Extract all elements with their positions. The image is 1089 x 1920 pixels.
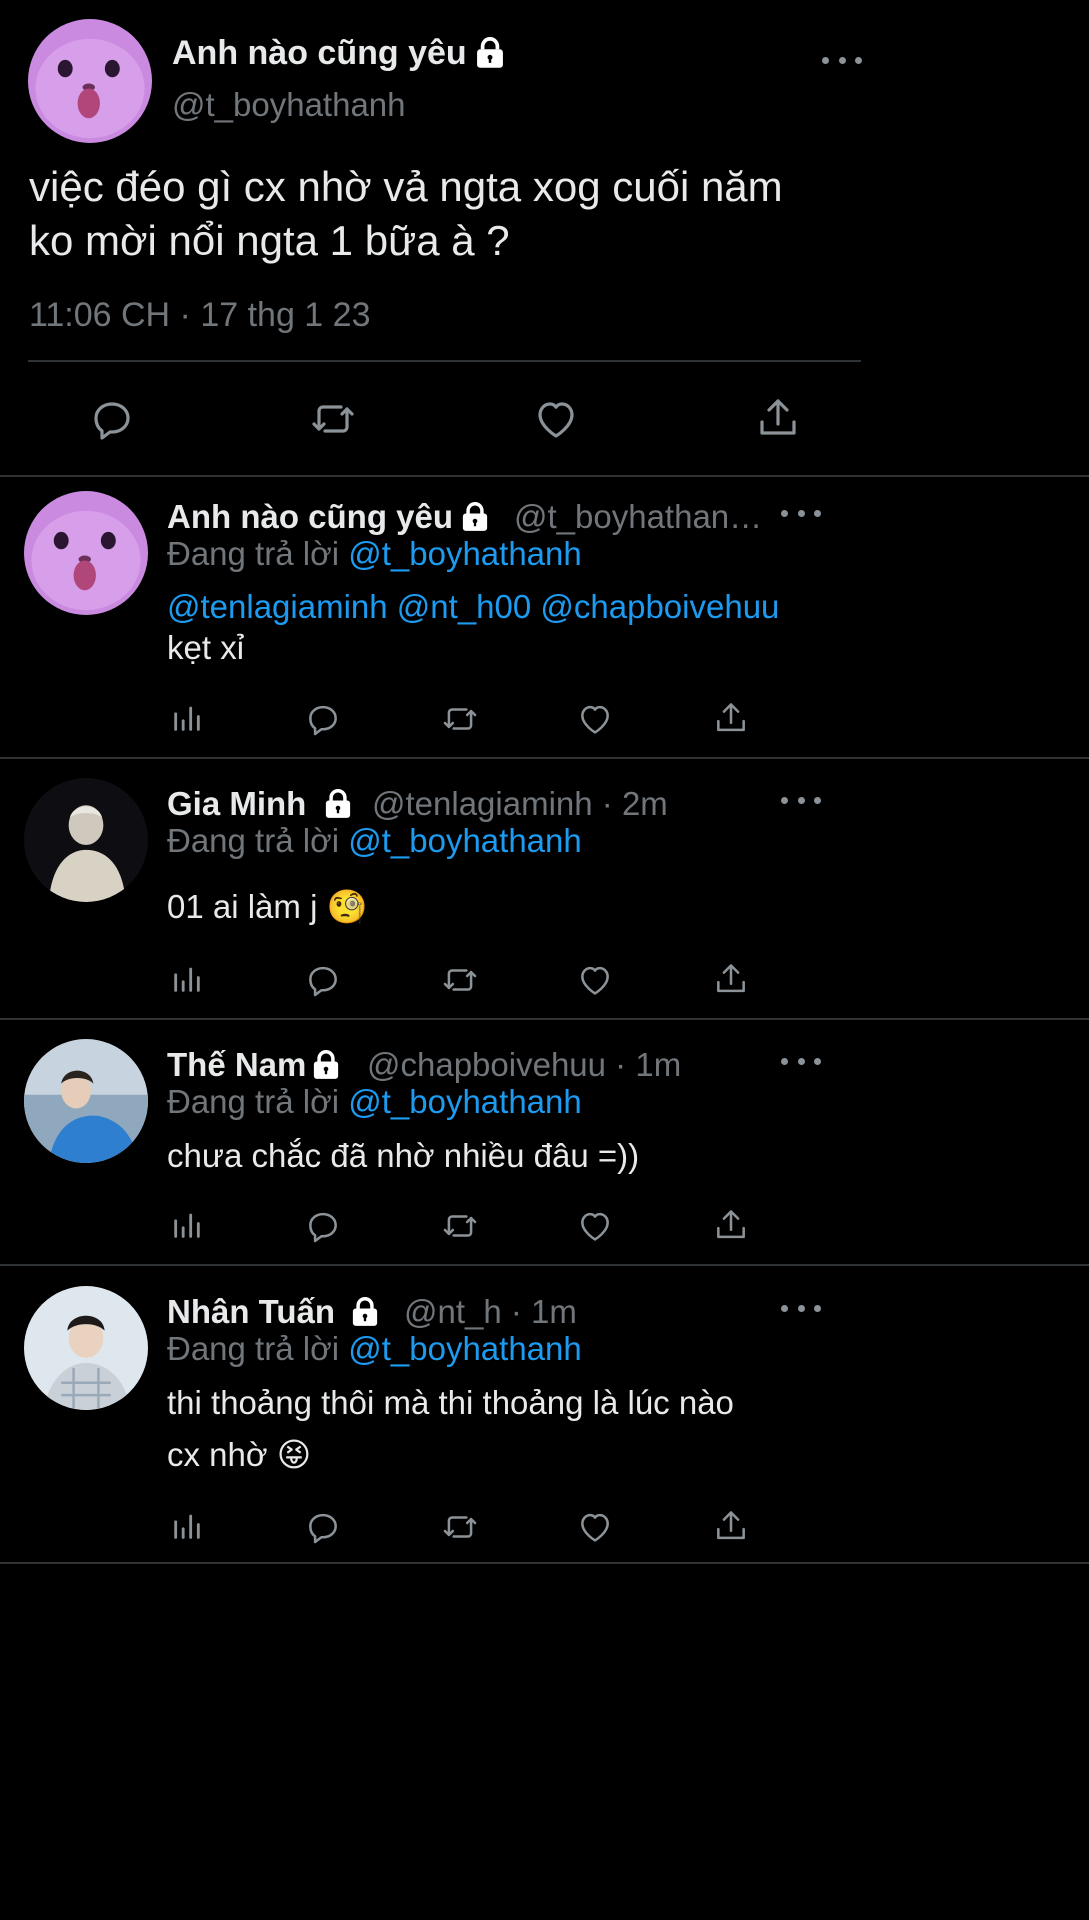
- retweet-icon[interactable]: [437, 961, 483, 999]
- tweet-text-line-1: việc đéo gì cx nhờ vả ngta xog cuối năm: [29, 163, 783, 210]
- avatar[interactable]: [24, 491, 148, 615]
- share-icon[interactable]: [712, 698, 750, 738]
- retweet-icon[interactable]: [437, 1207, 483, 1245]
- replying-to: Đang trả lời @t_boyhathanh: [167, 535, 582, 573]
- retweet-icon[interactable]: [437, 700, 483, 738]
- handle[interactable]: @t_boyhathan…: [514, 498, 762, 536]
- replying-label: Đang trả lời: [167, 535, 340, 572]
- mention-link[interactable]: @t_boyhathanh: [348, 535, 582, 572]
- share-icon[interactable]: [712, 1205, 750, 1245]
- more-options-icon[interactable]: [781, 1301, 821, 1315]
- avatar[interactable]: [24, 778, 148, 902]
- tongue-face-emoji: 😝: [276, 1436, 312, 1473]
- display-name-text: Thế Nam: [167, 1046, 307, 1083]
- share-icon[interactable]: [712, 1506, 750, 1546]
- avatar[interactable]: [24, 1039, 148, 1163]
- tweet-text-line-2: ko mời nổi ngta 1 bữa à ?: [29, 217, 510, 264]
- analytics-icon[interactable]: [170, 1207, 204, 1243]
- person-avatar-icon: [24, 1286, 148, 1410]
- more-options-icon[interactable]: [781, 793, 821, 807]
- display-name-text: Anh nào cũng yêu: [172, 33, 467, 72]
- display-name[interactable]: Anh nào cũng yêu: [172, 32, 505, 74]
- analytics-icon[interactable]: [170, 961, 204, 997]
- reply-text-line-2: cx nhờ 😝: [167, 1435, 311, 1474]
- reply-text: chưa chắc đã nhờ nhiều đâu =)): [167, 1137, 640, 1174]
- mention-link[interactable]: @t_boyhathanh: [348, 1083, 582, 1120]
- mention-link[interactable]: @t_boyhathanh: [348, 822, 582, 859]
- more-options-icon[interactable]: [781, 506, 821, 520]
- like-icon[interactable]: [531, 395, 581, 443]
- display-name[interactable]: Anh nào cũng yêu: [167, 496, 489, 538]
- retweet-icon[interactable]: [306, 395, 360, 443]
- display-name-text: Anh nào cũng yêu: [167, 498, 454, 535]
- more-options-icon[interactable]: [822, 53, 862, 67]
- replying-to: Đang trả lời @t_boyhathanh: [167, 822, 582, 860]
- reply-icon[interactable]: [303, 1207, 343, 1245]
- divider: [28, 360, 861, 362]
- replying-label: Đang trả lời: [167, 822, 340, 859]
- cat-avatar-icon: [24, 491, 148, 615]
- display-name[interactable]: Gia Minh: [167, 783, 352, 825]
- replying-label: Đang trả lời: [167, 1330, 340, 1367]
- reply-icon[interactable]: [303, 961, 343, 999]
- timestamp[interactable]: 11:06 CH · 17 thg 1 23: [29, 296, 370, 335]
- analytics-icon[interactable]: [170, 700, 204, 736]
- replying-to: Đang trả lời @t_boyhathanh: [167, 1083, 582, 1121]
- lock-icon: [312, 1050, 340, 1080]
- handle[interactable]: @chapboivehuu · 1m: [367, 1046, 681, 1084]
- display-name-text: Gia Minh: [167, 785, 307, 822]
- reply-text-content: cx nhờ: [167, 1436, 268, 1473]
- lock-icon: [461, 502, 489, 532]
- reply-text: 01 ai làm j 🧐: [167, 888, 368, 927]
- handle[interactable]: @nt_h · 1m: [404, 1293, 577, 1331]
- replying-label: Đang trả lời: [167, 1083, 340, 1120]
- reply-icon[interactable]: [303, 700, 343, 738]
- person-avatar-icon: [24, 1039, 148, 1163]
- handle[interactable]: @t_boyhathanh: [172, 86, 406, 124]
- reply-text-content: 01 ai làm j: [167, 888, 318, 925]
- person-avatar-icon: [24, 778, 148, 902]
- cat-avatar-icon: [28, 19, 152, 143]
- divider: [0, 475, 1089, 477]
- analytics-icon[interactable]: [170, 1508, 204, 1544]
- reply-icon[interactable]: [303, 1508, 343, 1546]
- mention-link[interactable]: @t_boyhathanh: [348, 1330, 582, 1367]
- divider: [0, 1264, 1089, 1266]
- like-icon[interactable]: [575, 1207, 615, 1245]
- monocle-face-emoji: 🧐: [326, 888, 368, 925]
- avatar[interactable]: [28, 19, 152, 143]
- lock-icon: [475, 37, 505, 69]
- like-icon[interactable]: [575, 961, 615, 999]
- retweet-icon[interactable]: [437, 1508, 483, 1546]
- display-name[interactable]: Nhân Tuấn: [167, 1291, 379, 1333]
- lock-icon: [351, 1297, 379, 1327]
- share-icon[interactable]: [754, 393, 802, 443]
- divider: [0, 757, 1089, 759]
- reply-text: kẹt xỉ: [167, 629, 245, 666]
- like-icon[interactable]: [575, 1508, 615, 1546]
- reply-text-line-1: thi thoảng thôi mà thi thoảng là lúc nào: [167, 1384, 734, 1421]
- more-options-icon[interactable]: [781, 1054, 821, 1068]
- display-name-text: Nhân Tuấn: [167, 1293, 336, 1330]
- mentions[interactable]: @tenlagiaminh @nt_h00 @chapboivehuu: [167, 588, 779, 626]
- lock-icon: [324, 789, 352, 819]
- avatar[interactable]: [24, 1286, 148, 1410]
- share-icon[interactable]: [712, 959, 750, 999]
- like-icon[interactable]: [575, 700, 615, 738]
- handle[interactable]: @tenlagiaminh · 2m: [372, 785, 668, 823]
- divider: [0, 1562, 1089, 1564]
- replying-to: Đang trả lời @t_boyhathanh: [167, 1330, 582, 1368]
- divider: [0, 1018, 1089, 1020]
- reply-icon[interactable]: [88, 395, 136, 443]
- display-name[interactable]: Thế Nam: [167, 1044, 340, 1086]
